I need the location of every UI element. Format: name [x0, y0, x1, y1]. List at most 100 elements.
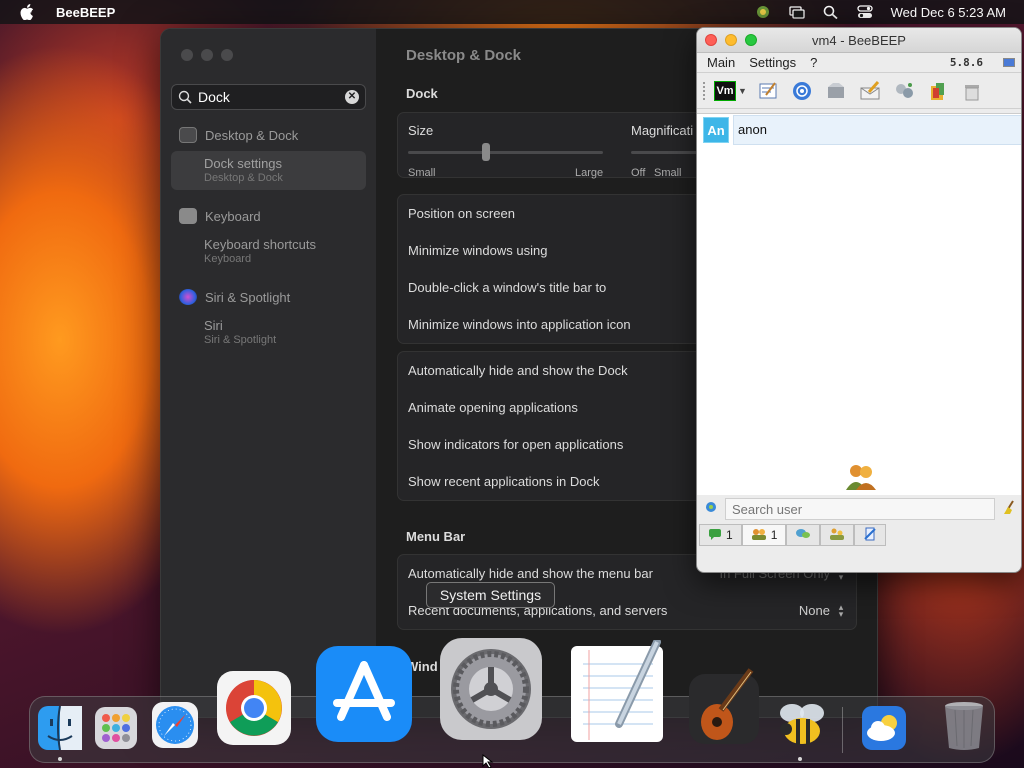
row-label: Minimize windows into application icon: [408, 317, 631, 332]
active-app-name[interactable]: BeeBEEP: [56, 5, 115, 20]
running-indicator: [798, 757, 802, 761]
result-subtitle: Keyboard: [204, 253, 252, 265]
beebeep-tab-bar: 1 1: [697, 524, 887, 548]
search-options-icon[interactable]: [703, 499, 719, 520]
minimize-button[interactable]: [201, 49, 213, 61]
result-subtitle: Desktop & Dock: [204, 172, 283, 184]
finder-icon[interactable]: [36, 704, 84, 752]
trash-icon[interactable]: [940, 700, 988, 752]
spotlight-search-icon[interactable]: [823, 5, 839, 20]
user-search-bar: [697, 495, 1021, 523]
chrome-icon[interactable]: [214, 668, 294, 748]
textedit-icon[interactable]: [569, 640, 665, 744]
result-siri[interactable]: Siri Siri & Spotlight: [171, 313, 366, 352]
magnification-label: Magnificati: [631, 123, 694, 138]
plugins-icon[interactable]: [891, 79, 917, 103]
groups-chat-icon: [795, 528, 811, 543]
clear-search-icon[interactable]: ✕: [345, 90, 359, 104]
close-button[interactable]: [181, 49, 193, 61]
row-label: Position on screen: [408, 206, 515, 221]
safari-icon[interactable]: [150, 700, 200, 750]
zoom-button[interactable]: [745, 34, 757, 46]
weather-icon[interactable]: [860, 704, 908, 752]
language-flag-icon: [1003, 58, 1015, 67]
dock-separator: [842, 707, 843, 753]
result-title: Dock settings: [204, 156, 283, 171]
beebeep-menu-bar: Main Settings ? 5.8.6: [697, 53, 1021, 73]
tab-groups[interactable]: [820, 524, 855, 546]
edit-profile-icon[interactable]: [755, 79, 781, 103]
row-label: Show indicators for open applications: [408, 437, 624, 452]
garageband-icon[interactable]: [686, 664, 762, 748]
section-label: Desktop & Dock: [205, 127, 299, 143]
tab-count: 1: [726, 528, 733, 542]
section-label: Siri & Spotlight: [205, 289, 291, 305]
minimize-button[interactable]: [725, 34, 737, 46]
result-title: Siri: [204, 318, 223, 333]
file-sharing-icon[interactable]: [823, 79, 849, 103]
app-store-icon[interactable]: [313, 644, 415, 744]
tab-chats[interactable]: 1: [699, 524, 742, 546]
popup-chevron-icon: ▴▾: [838, 601, 844, 619]
close-button[interactable]: [705, 34, 717, 46]
keyboard-icon: [179, 208, 197, 224]
result-subtitle: Siri & Spotlight: [204, 334, 277, 346]
clear-search-broom-icon[interactable]: [1001, 499, 1017, 520]
row-label: Double-click a window's title bar to: [408, 280, 607, 295]
result-section-desktop-dock: Desktop & Dock: [171, 123, 366, 147]
size-max-label: Large: [575, 167, 604, 179]
version-label: 5.8.6: [949, 56, 983, 69]
users-icon: [751, 528, 767, 543]
tab-files[interactable]: [854, 524, 887, 546]
result-dock-settings[interactable]: Dock settings Desktop & Dock: [171, 151, 366, 190]
user-list-item[interactable]: An anon: [697, 114, 1021, 146]
magnification-small-label: Small: [654, 167, 682, 179]
apple-menu-icon[interactable]: [20, 4, 36, 20]
menu-help[interactable]: ?: [810, 55, 817, 70]
menu-bar-clock[interactable]: Wed Dec 6 5:23 AM: [891, 5, 1006, 20]
beebeep-status-icon[interactable]: [755, 5, 771, 19]
search-user-input[interactable]: [725, 498, 995, 520]
magnification-slider-track[interactable]: [631, 151, 701, 154]
size-slider-track[interactable]: [408, 151, 603, 154]
control-center-icon[interactable]: [856, 5, 873, 19]
row-label: Animate opening applications: [408, 400, 578, 415]
result-section-keyboard: Keyboard: [171, 204, 366, 228]
beebeep-title-bar[interactable]: vm4 - BeeBEEP: [697, 28, 1021, 53]
write-message-icon[interactable]: [857, 79, 883, 103]
settings-sidebar: ✕ Desktop & Dock Dock settings Desktop &…: [161, 29, 376, 717]
screen-mirroring-icon[interactable]: [788, 5, 805, 19]
tab-group-chats[interactable]: [786, 524, 821, 546]
avatar: An: [703, 117, 729, 143]
zoom-button[interactable]: [221, 49, 233, 61]
download-folder-icon[interactable]: [925, 79, 951, 103]
status-dropdown-icon[interactable]: ▼: [738, 86, 747, 96]
clear-icon[interactable]: [959, 79, 985, 103]
page-title: Desktop & Dock: [406, 47, 522, 64]
size-label: Size: [408, 123, 434, 138]
search-input[interactable]: [198, 89, 345, 105]
settings-search-field[interactable]: ✕: [171, 84, 366, 110]
menu-settings[interactable]: Settings: [749, 55, 796, 70]
beebeep-toolbar: Vm ▼: [697, 73, 1021, 109]
tab-users[interactable]: 1: [741, 524, 787, 546]
users-placeholder-icon: [844, 462, 878, 490]
beebeep-dock-icon[interactable]: [776, 700, 828, 748]
menu-bar-section-header: Menu Bar: [406, 529, 466, 544]
recent-documents-popup[interactable]: None ▴ ▾: [799, 601, 846, 619]
size-slider-knob[interactable]: [482, 143, 490, 161]
chat-icon: [708, 528, 722, 543]
status-badge[interactable]: Vm: [714, 80, 736, 101]
section-label: Keyboard: [205, 208, 261, 224]
menu-main[interactable]: Main: [707, 55, 735, 70]
system-settings-icon[interactable]: [438, 636, 544, 742]
network-broadcast-icon[interactable]: [789, 79, 815, 103]
row-label: Minimize windows using: [408, 243, 548, 258]
launchpad-icon[interactable]: [92, 704, 140, 752]
desktop-dock-icon: [179, 127, 197, 143]
beebeep-window: vm4 - BeeBEEP Main Settings ? 5.8.6 Vm ▼…: [696, 27, 1022, 573]
user-name: anon: [733, 115, 1021, 145]
row-label: Automatically hide and show the menu bar: [408, 566, 653, 581]
result-keyboard-shortcuts[interactable]: Keyboard shortcuts Keyboard: [171, 232, 366, 271]
dock-section-header: Dock: [406, 86, 438, 101]
